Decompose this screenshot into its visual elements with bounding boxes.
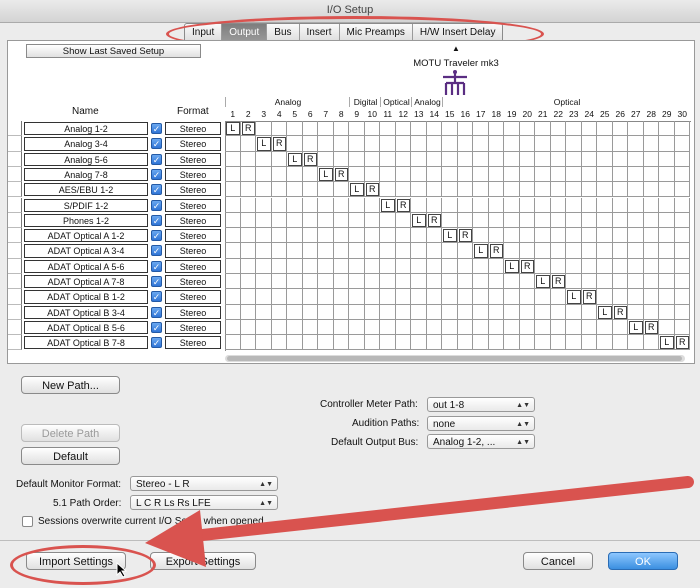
annotation-arrow-icon: [145, 476, 694, 567]
io-setup-window: I/O Setup Input Output Bus Insert Mic Preamp…: [0, 0, 700, 588]
mouse-cursor-icon: [116, 562, 128, 578]
